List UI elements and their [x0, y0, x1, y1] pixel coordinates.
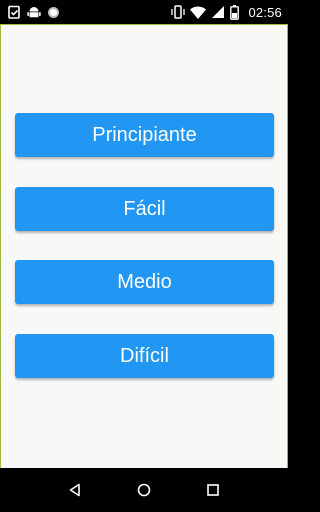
beginner-button[interactable]: Principiante [15, 113, 274, 157]
wifi-icon [190, 5, 207, 19]
clipboard-check-icon [8, 5, 21, 19]
status-right: 02:56 [171, 4, 282, 20]
home-icon[interactable] [126, 472, 162, 508]
status-bar: 02:56 [0, 0, 288, 24]
battery-icon [230, 4, 240, 20]
vibrate-icon [171, 5, 186, 19]
circle-icon [47, 6, 60, 19]
back-icon[interactable] [57, 472, 93, 508]
recents-icon[interactable] [195, 472, 231, 508]
medium-button[interactable]: Medio [15, 260, 274, 304]
status-left [8, 5, 60, 19]
android-icon [27, 5, 41, 19]
easy-button[interactable]: Fácil [15, 187, 274, 231]
level-select-screen: Principiante Fácil Medio Difícil [0, 24, 288, 468]
signal-icon [211, 5, 225, 19]
hard-button[interactable]: Difícil [15, 334, 274, 378]
clock: 02:56 [248, 4, 282, 20]
navigation-bar [0, 468, 288, 512]
